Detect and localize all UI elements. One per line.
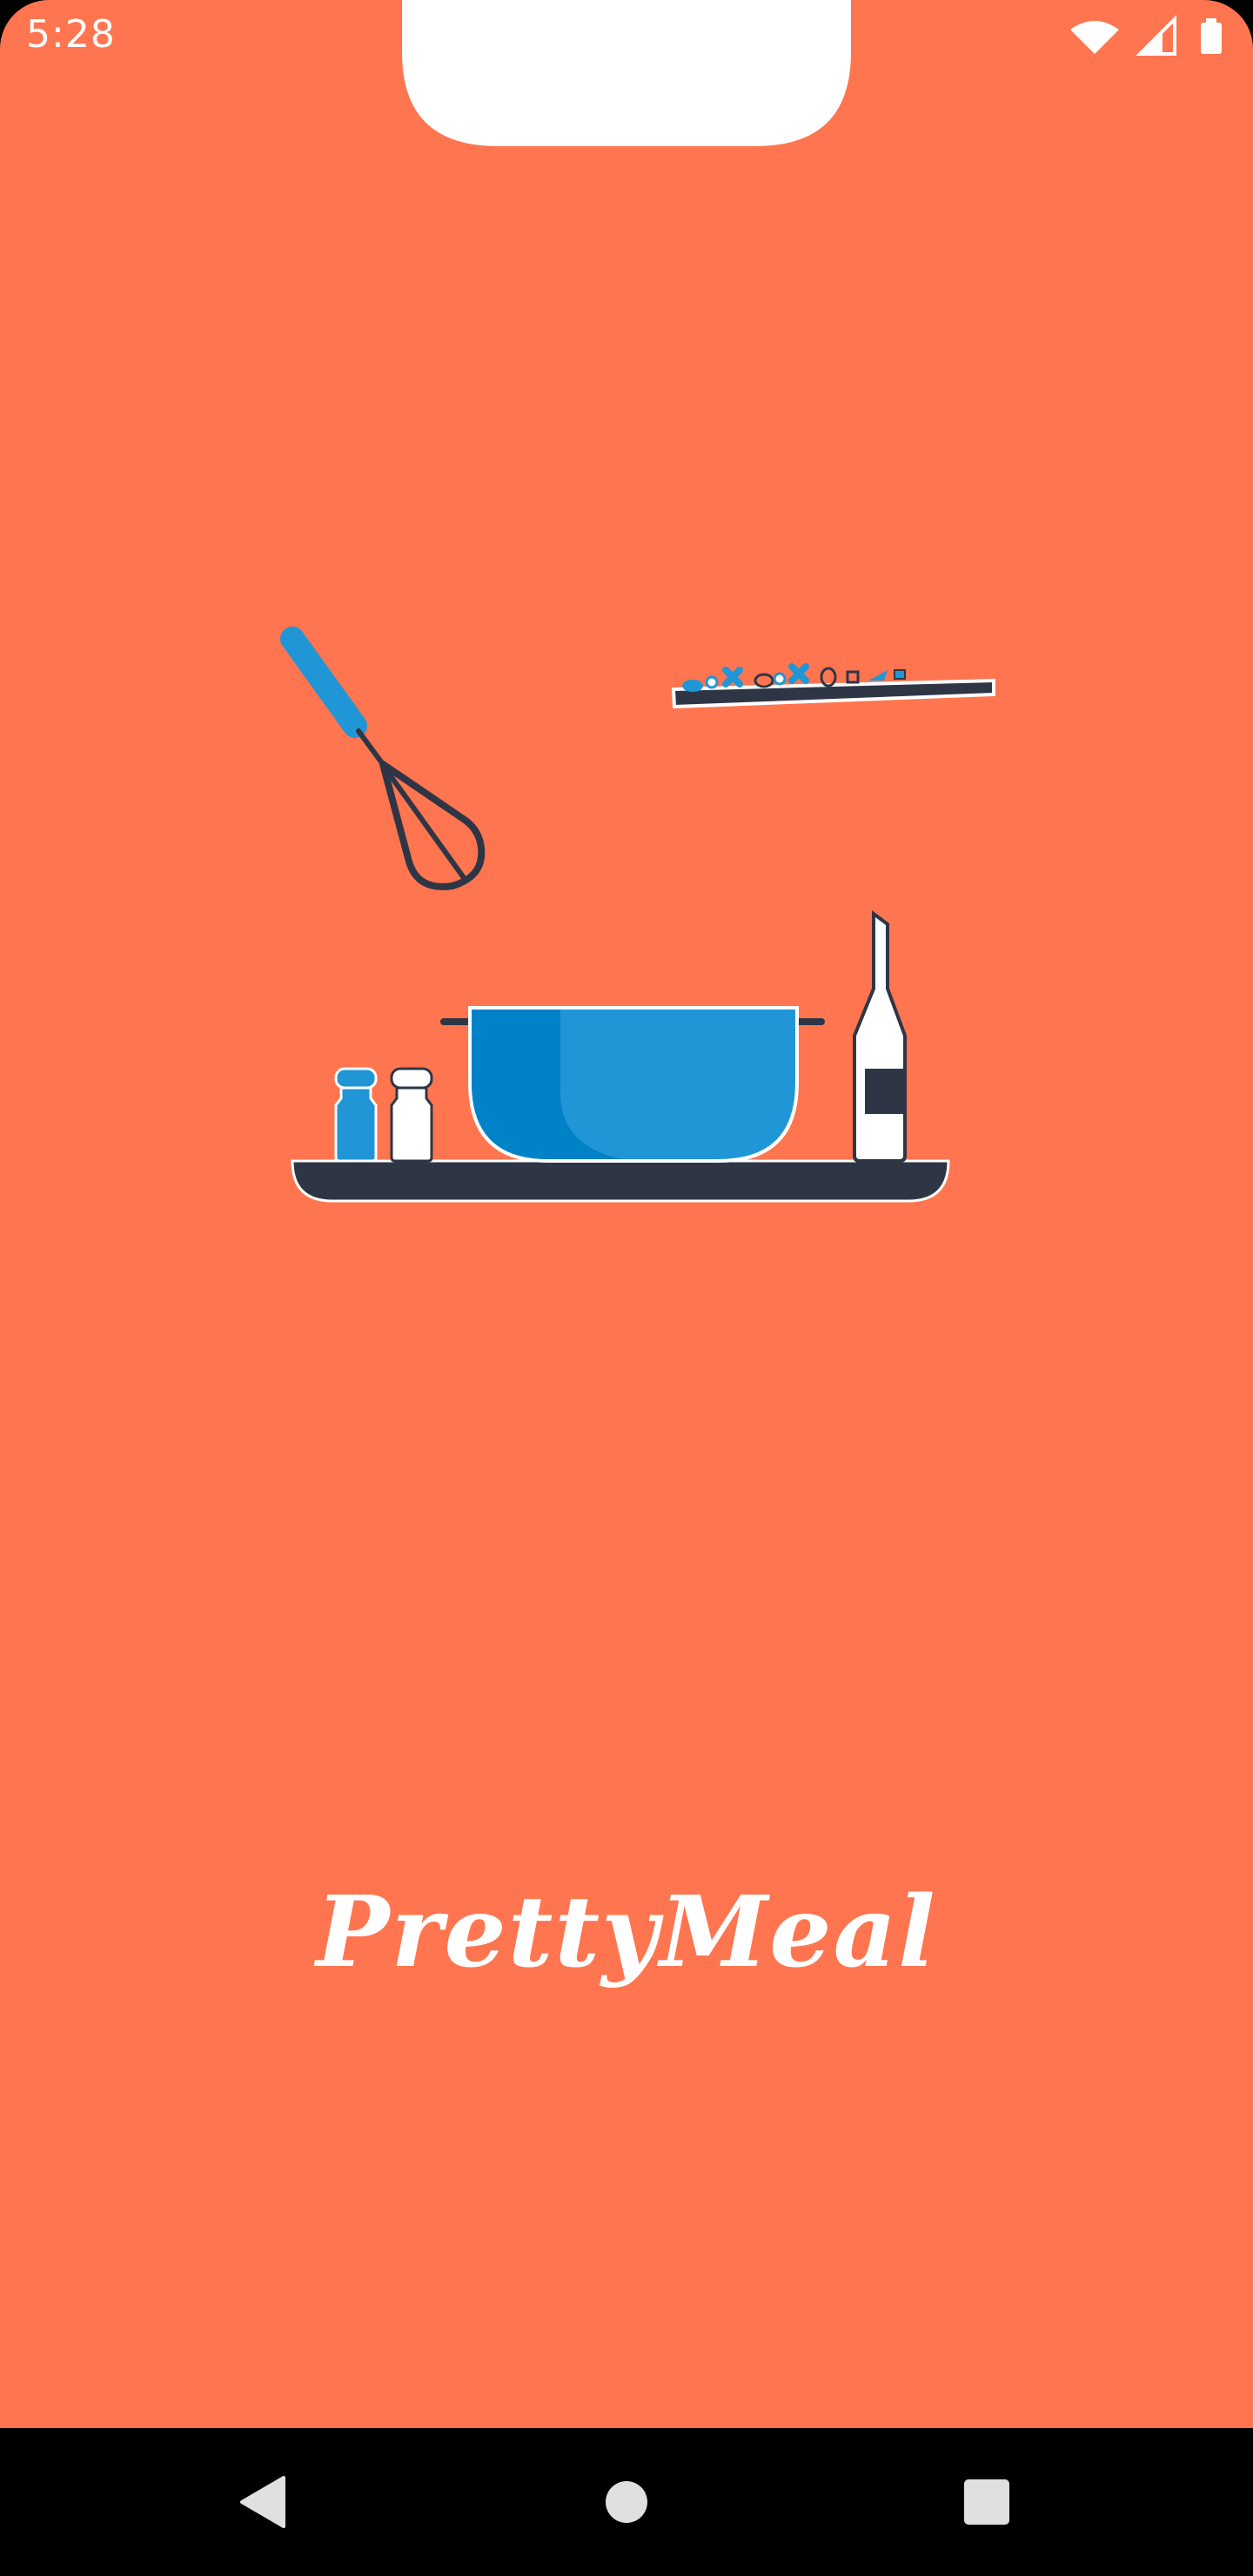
status-icons	[1070, 15, 1222, 56]
navigation-bar	[0, 2428, 1253, 2576]
status-time: 5:28	[26, 12, 116, 57]
display-notch	[402, 0, 851, 146]
splash-screen: 5:28 PrettyMeal	[0, 0, 1253, 2428]
mixing-bowl-icon	[440, 1006, 825, 1163]
salt-shaker-icon	[334, 1067, 378, 1163]
app-title: PrettyMeal	[316, 1875, 937, 1989]
pepper-shaker-icon	[390, 1067, 433, 1163]
oil-bottle-icon	[853, 910, 907, 1163]
home-icon[interactable]	[592, 2467, 661, 2537]
wifi-icon	[1070, 21, 1119, 54]
cellular-signal-icon	[1136, 15, 1176, 56]
tray-with-sprinkles-icon	[671, 663, 995, 709]
battery-icon	[1201, 18, 1222, 54]
recents-icon[interactable]	[952, 2467, 1022, 2537]
whisk-icon	[280, 627, 486, 890]
serving-tray-icon	[291, 1159, 950, 1203]
back-icon[interactable]	[228, 2467, 298, 2537]
kitchen-illustration	[280, 627, 995, 1203]
